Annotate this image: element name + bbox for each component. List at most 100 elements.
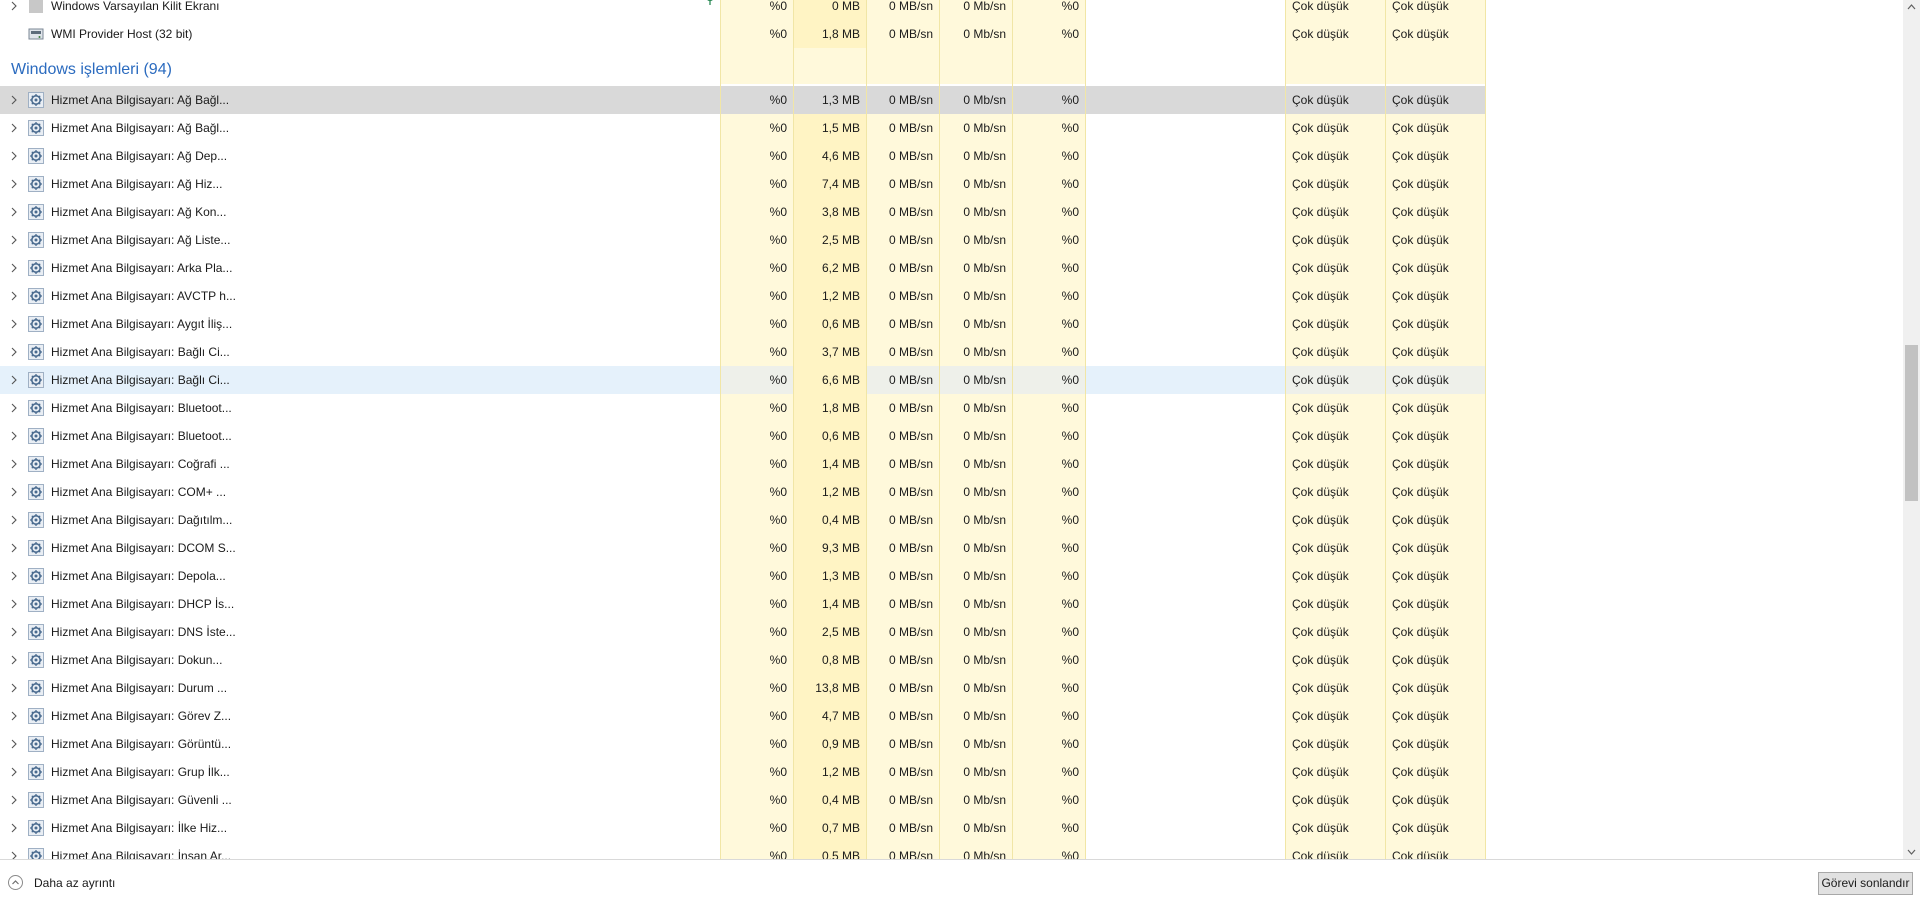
chevron-right-icon[interactable]	[9, 730, 19, 758]
cell-gpu: %0	[1061, 177, 1079, 191]
process-name: Hizmet Ana Bilgisayarı: Aygıt İliş...	[51, 317, 233, 331]
chevron-right-icon[interactable]	[9, 814, 19, 842]
process-row[interactable]: Hizmet Ana Bilgisayarı: Coğrafi ... %0 1,4…	[0, 450, 1486, 478]
cell-power-trend: Çok düşük	[1392, 457, 1449, 471]
cell-network: 0 Mb/sn	[963, 429, 1006, 443]
process-row[interactable]: Hizmet Ana Bilgisayarı: İlke Hiz... %0 0,7…	[0, 814, 1486, 842]
heat-cell-bg	[1012, 48, 1085, 84]
group-title-windows-processes[interactable]: Windows işlemleri (94)	[11, 56, 172, 84]
process-row[interactable]: Windows Varsayılan Kilit Ekranı %0 0 MB 0 M…	[0, 0, 1486, 20]
chevron-right-icon[interactable]	[9, 142, 19, 170]
chevron-right-icon[interactable]	[9, 506, 19, 534]
process-row[interactable]: Hizmet Ana Bilgisayarı: Aygıt İliş... %0 0…	[0, 310, 1486, 338]
cell-power-trend: Çok düşük	[1392, 681, 1449, 695]
chevron-right-icon[interactable]	[9, 534, 19, 562]
cell-gpu: %0	[1061, 793, 1079, 807]
cell-cpu: %0	[769, 765, 787, 779]
chevron-right-icon[interactable]	[9, 310, 19, 338]
chevron-right-icon[interactable]	[9, 618, 19, 646]
process-row[interactable]: Hizmet Ana Bilgisayarı: Ağ Liste... %0 2,5…	[0, 226, 1486, 254]
process-row[interactable]: Hizmet Ana Bilgisayarı: Bağlı Ci... %0 3,7…	[0, 338, 1486, 366]
chevron-right-icon[interactable]	[9, 758, 19, 786]
process-row[interactable]: Hizmet Ana Bilgisayarı: Ağ Hiz... %0 7,4 M…	[0, 170, 1486, 198]
service-gear-icon	[28, 344, 44, 360]
process-row[interactable]: Hizmet Ana Bilgisayarı: DHCP İs... %0 1,4 …	[0, 590, 1486, 618]
chevron-right-icon[interactable]	[9, 198, 19, 226]
process-row[interactable]: Hizmet Ana Bilgisayarı: Görüntü... %0 0,9 …	[0, 730, 1486, 758]
cell-power: Çok düşük	[1292, 205, 1349, 219]
service-gear-icon	[28, 848, 44, 859]
process-row[interactable]: Hizmet Ana Bilgisayarı: Bağlı Ci... %0 6,6…	[0, 366, 1486, 394]
cell-cpu: %0	[769, 149, 787, 163]
cell-gpu: %0	[1061, 597, 1079, 611]
cell-memory: 7,4 MB	[821, 177, 860, 191]
process-name: Hizmet Ana Bilgisayarı: Görüntü...	[51, 737, 232, 751]
process-row[interactable]: Hizmet Ana Bilgisayarı: Dokun... %0 0,8 MB…	[0, 646, 1486, 674]
chevron-right-icon[interactable]	[9, 450, 19, 478]
scroll-up-arrow-icon[interactable]	[1903, 0, 1920, 14]
chevron-right-icon[interactable]	[9, 366, 19, 394]
cell-memory: 0,4 MB	[821, 793, 860, 807]
chevron-right-icon[interactable]	[9, 562, 19, 590]
process-row[interactable]: Hizmet Ana Bilgisayarı: Ağ Dep... %0 4,6 M…	[0, 142, 1486, 170]
chevron-right-icon[interactable]	[9, 170, 19, 198]
scroll-thumb[interactable]	[1905, 345, 1918, 501]
process-row[interactable]: Hizmet Ana Bilgisayarı: COM+ ... %0 1,2 MB…	[0, 478, 1486, 506]
column-divider	[1085, 0, 1086, 859]
process-row[interactable]: Hizmet Ana Bilgisayarı: Bluetoot... %0 1,8…	[0, 394, 1486, 422]
blank-app-icon	[28, 0, 44, 14]
chevron-right-icon[interactable]	[9, 422, 19, 450]
service-gear-icon	[28, 204, 44, 220]
process-row[interactable]: WMI Provider Host (32 bit) %0 1,8 MB 0 MB/s…	[0, 20, 1486, 48]
cell-power: Çok düşük	[1292, 821, 1349, 835]
chevron-right-icon[interactable]	[9, 478, 19, 506]
chevron-right-icon[interactable]	[9, 0, 19, 20]
cell-power-trend: Çok düşük	[1392, 401, 1449, 415]
chevron-right-icon[interactable]	[9, 786, 19, 814]
process-row[interactable]: Hizmet Ana Bilgisayarı: Ağ Bağl... %0 1,3 …	[0, 86, 1486, 114]
cell-gpu: %0	[1061, 0, 1079, 13]
chevron-right-icon[interactable]	[9, 114, 19, 142]
process-row[interactable]: Hizmet Ana Bilgisayarı: Ağ Kon... %0 3,8 M…	[0, 198, 1486, 226]
scroll-down-arrow-icon[interactable]	[1903, 845, 1920, 859]
cell-cpu: %0	[769, 457, 787, 471]
chevron-right-icon[interactable]	[9, 282, 19, 310]
process-row[interactable]: Hizmet Ana Bilgisayarı: Depola... %0 1,3 M…	[0, 562, 1486, 590]
chevron-right-icon[interactable]	[9, 842, 19, 859]
cell-cpu: %0	[769, 205, 787, 219]
chevron-right-icon[interactable]	[9, 338, 19, 366]
cell-cpu: %0	[769, 625, 787, 639]
chevron-right-icon[interactable]	[9, 646, 19, 674]
cell-memory: 1,3 MB	[821, 93, 860, 107]
process-row[interactable]: Hizmet Ana Bilgisayarı: Görev Z... %0 4,7 …	[0, 702, 1486, 730]
process-row[interactable]: Hizmet Ana Bilgisayarı: Dağıtılm... %0 0,4…	[0, 506, 1486, 534]
process-row[interactable]: Hizmet Ana Bilgisayarı: İnsan Ar... %0 0,5…	[0, 842, 1486, 859]
chevron-right-icon[interactable]	[9, 226, 19, 254]
process-row[interactable]: Hizmet Ana Bilgisayarı: DCOM S... %0 9,3 M…	[0, 534, 1486, 562]
chevron-right-icon[interactable]	[9, 254, 19, 282]
cell-network: 0 Mb/sn	[963, 93, 1006, 107]
chevron-right-icon[interactable]	[9, 394, 19, 422]
process-row[interactable]: Hizmet Ana Bilgisayarı: Grup İlk... %0 1,2…	[0, 758, 1486, 786]
process-row[interactable]: Hizmet Ana Bilgisayarı: Güvenli ... %0 0,4…	[0, 786, 1486, 814]
cell-memory: 0,9 MB	[821, 737, 860, 751]
process-name: Hizmet Ana Bilgisayarı: Bağlı Ci...	[51, 345, 230, 359]
cell-cpu: %0	[769, 737, 787, 751]
process-row[interactable]: Hizmet Ana Bilgisayarı: Arka Pla... %0 6,2…	[0, 254, 1486, 282]
process-row[interactable]: Hizmet Ana Bilgisayarı: DNS İste... %0 2,5…	[0, 618, 1486, 646]
chevron-right-icon[interactable]	[9, 702, 19, 730]
chevron-right-icon[interactable]	[9, 674, 19, 702]
process-row[interactable]: Hizmet Ana Bilgisayarı: Ağ Bağl... %0 1,5 …	[0, 114, 1486, 142]
cell-network: 0 Mb/sn	[963, 457, 1006, 471]
process-list[interactable]: Windows Varsayılan Kilit Ekranı %0 0 MB 0 M…	[0, 0, 1903, 859]
process-row[interactable]: Hizmet Ana Bilgisayarı: Bluetoot... %0 0,6…	[0, 422, 1486, 450]
vertical-scrollbar[interactable]	[1903, 0, 1920, 859]
process-row[interactable]: Hizmet Ana Bilgisayarı: Durum ... %0 13,8 …	[0, 674, 1486, 702]
chevron-right-icon[interactable]	[9, 86, 19, 114]
end-task-button[interactable]: Görevi sonlandır	[1818, 872, 1913, 895]
chevron-right-icon[interactable]	[9, 590, 19, 618]
process-row[interactable]: Hizmet Ana Bilgisayarı: AVCTP h... %0 1,2 …	[0, 282, 1486, 310]
service-gear-icon	[28, 512, 44, 528]
cell-power-trend: Çok düşük	[1392, 541, 1449, 555]
cell-memory: 0,6 MB	[821, 317, 860, 331]
